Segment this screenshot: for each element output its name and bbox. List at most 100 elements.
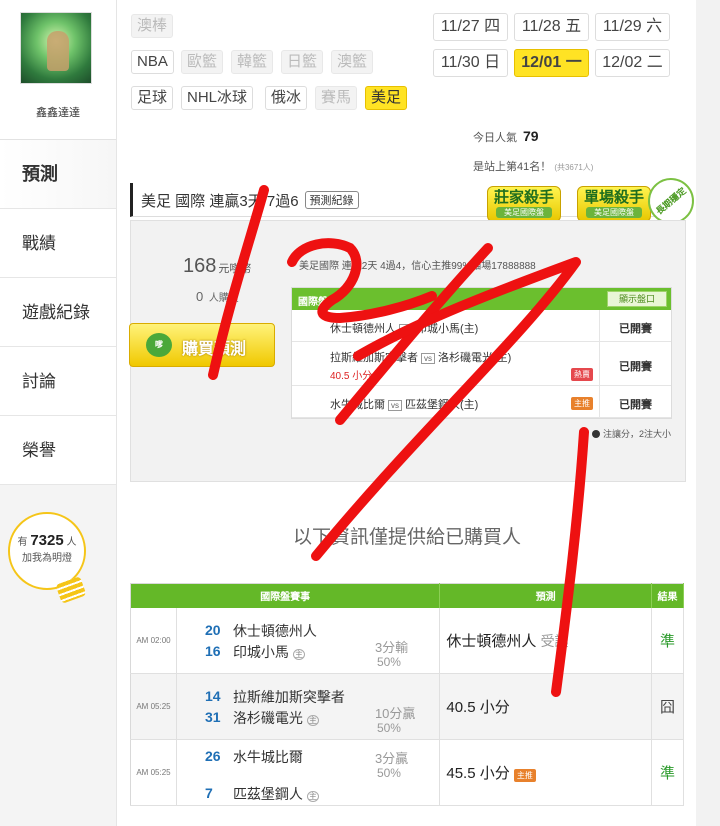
results-table: 國際盤賽事 預測 結果 AM 02:00 20 休士頓德州人 16 印城小馬 主… — [130, 583, 684, 806]
prediction-summary: 美足國際 連贏2天 4過4，信心主推99%貓場17888888 — [299, 261, 536, 272]
fans-count: 7325 — [30, 532, 64, 549]
line-result: 10分贏 — [374, 706, 416, 721]
buy-coin-icon: 嗲 — [146, 333, 172, 357]
home-score: 31 — [204, 709, 221, 725]
purchaser-only-notice: 以下資訊僅提供給已購買人 — [292, 527, 521, 548]
hot-sale-badge: 熱賣 — [571, 368, 593, 381]
status-label: 已開賽 — [619, 323, 652, 335]
popularity-value: 79 — [523, 128, 539, 144]
status-label: 已開賽 — [619, 361, 652, 373]
home-team-name: 印城小馬 — [232, 643, 289, 660]
main-pick-badge: 主推 — [571, 397, 593, 410]
pick-value: 40.5 小分 — [446, 699, 510, 716]
date-tab-1129[interactable]: 11/29 六 — [595, 13, 670, 41]
sport-filter-nba[interactable]: NBA — [131, 50, 174, 74]
result-hit: 準 — [651, 739, 684, 806]
popularity-stat: 今日人氣 79 — [473, 128, 539, 145]
sport-filter-aus-basketball[interactable]: 澳籃 — [331, 50, 374, 74]
away-score: 20 — [204, 621, 221, 638]
nav-item-honor[interactable]: 榮譽 — [0, 416, 116, 485]
dealer-killer-medal: 莊家殺手 美足國際盤 — [487, 186, 561, 222]
avatar[interactable] — [20, 12, 92, 84]
intl-game-row: 水牛城比爾 vs 匹茲堡鋼人(主) 主推 已開賽 — [292, 386, 671, 418]
intl-header-label: 國際盤 — [298, 297, 328, 308]
single-killer-medal: 單場殺手 美足國際盤 — [577, 186, 651, 222]
sport-filter-soccer[interactable]: 足球 — [131, 86, 174, 110]
sport-filter-american-football[interactable]: 美足 — [365, 86, 408, 110]
game-time: AM 02:00 — [130, 607, 177, 674]
nav-item-discussion[interactable]: 討論 — [0, 347, 116, 416]
fans-suffix: 人 — [66, 537, 77, 548]
home-badge: 主 — [306, 791, 319, 802]
away-team: 水牛城比爾 — [232, 749, 303, 765]
result-miss: 囧 — [651, 673, 684, 740]
pick-cell: 40.5 小分 — [439, 673, 652, 740]
sport-filter-japan-basketball[interactable]: 日籃 — [281, 50, 324, 74]
show-lines-button[interactable]: 顯示盤口 — [607, 291, 667, 307]
date-tab-1202[interactable]: 12/02 二 — [595, 49, 670, 77]
price-unit: 元嗲幣 — [218, 263, 252, 275]
home-badge: 主 — [292, 648, 305, 660]
line-percent: 50% — [376, 766, 401, 780]
home-team: 匹茲堡鋼人(主) — [405, 399, 479, 411]
game-time: AM 05:25 — [130, 739, 177, 806]
nav-item-record[interactable]: 戰績 — [0, 209, 116, 278]
sport-filter-aus-baseball[interactable]: 澳棒 — [131, 14, 174, 38]
pick-value: 休士頓德州人 — [446, 632, 537, 650]
away-score: 26 — [204, 748, 221, 764]
game-status: 已開賽 — [599, 342, 671, 385]
popularity-label: 今日人氣 — [473, 132, 517, 144]
game-time: AM 05:25 — [130, 673, 177, 740]
vs-icon: vs — [421, 353, 435, 364]
date-tab-1201[interactable]: 12/01 一 — [514, 49, 589, 77]
col-header-games: 國際盤賽事 — [130, 583, 441, 608]
record-button[interactable]: 預測紀錄 — [304, 191, 359, 209]
nav-item-predictions[interactable]: 預測 — [0, 140, 116, 209]
sport-filter-russia-hockey[interactable]: 俄冰 — [265, 86, 308, 110]
sport-filter-nhl[interactable]: NHL冰球 — [181, 86, 254, 110]
home-team: 印城小馬 主 — [233, 642, 305, 662]
pick-count-text: 注讓分，2注大小 — [602, 429, 671, 439]
home-team: 印城小馬(主) — [416, 323, 479, 335]
game-status: 已開賽 — [599, 310, 671, 341]
buy-prediction-button[interactable]: 嗲 購買預測 — [129, 323, 275, 367]
home-score: 16 — [204, 642, 221, 659]
rank-stat: 是站上第41名！ (共3671人) — [473, 158, 593, 174]
profile-card: 鑫鑫達達 — [0, 0, 116, 140]
home-team: 洛杉磯電光(主) — [438, 352, 512, 364]
intl-matchup: 水牛城比爾 vs 匹茲堡鋼人(主) — [330, 396, 478, 412]
date-tab-1127[interactable]: 11/27 四 — [433, 13, 508, 41]
away-team: 水牛城比爾 — [330, 399, 385, 411]
sport-filter-euro-basketball[interactable]: 歐籃 — [181, 50, 224, 74]
rank-text: 是站上第41名！ — [473, 161, 552, 173]
nav-item-game-log[interactable]: 遊戲紀錄 — [0, 278, 116, 347]
pick-count-note: 注讓分，2注大小 — [591, 427, 671, 440]
sport-filter-horse-racing[interactable]: 賽馬 — [315, 86, 358, 110]
buyers-unit: 人購買 — [208, 293, 239, 304]
date-tab-1130[interactable]: 11/30 日 — [433, 49, 508, 77]
main-content: 澳棒 NBA 歐籃 韓籃 日籃 澳籃 足球 NHL冰球 俄冰 賽馬 美足 11/… — [116, 0, 704, 826]
intl-table-header: 國際盤 顯示盤口 — [292, 288, 671, 310]
game-cell: 20 休士頓德州人 16 印城小馬 主 3分輸 50% — [176, 607, 441, 674]
table-row: AM 05:25 14 拉斯維加斯突擊者 31 洛杉磯電光 主 10分贏 50%… — [130, 673, 684, 740]
home-team-name: 匹茲堡鋼人 — [232, 786, 303, 802]
purchase-panel: 168 元嗲幣 0 人購買 嗲 購買預測 美足國際 連贏2天 4過4，信心主推99… — [129, 220, 686, 482]
sport-filter-korea-basketball[interactable]: 韓籃 — [231, 50, 274, 74]
col-header-pick: 預測 — [439, 583, 652, 608]
date-tab-1128[interactable]: 11/28 五 — [514, 13, 589, 41]
intl-matchup: 拉斯維加斯突擊者 vs 洛杉磯電光(主) — [330, 349, 511, 365]
medal-label-1: 莊家殺手 — [493, 189, 554, 206]
pick-cell: 休士頓德州人 受讓 — [439, 607, 652, 674]
table-row: AM 02:00 20 休士頓德州人 16 印城小馬 主 3分輸 50% 休士頓… — [130, 607, 684, 674]
buy-button-label: 購買預測 — [182, 341, 247, 358]
medal-sub-1: 美足國際盤 — [496, 207, 552, 218]
intl-matchup: 休士頓德州人 vs 印城小馬(主) — [330, 320, 478, 336]
home-badge: 主 — [306, 715, 319, 726]
username[interactable]: 鑫鑫達達 — [0, 104, 116, 120]
medal-sub-2: 美足國際盤 — [586, 207, 642, 218]
price-value: 168 — [183, 255, 217, 277]
result-hit: 準 — [651, 607, 684, 674]
away-team: 拉斯維加斯突擊者 — [232, 689, 345, 705]
dot-icon — [591, 430, 600, 438]
away-team: 休士頓德州人 — [330, 323, 396, 335]
